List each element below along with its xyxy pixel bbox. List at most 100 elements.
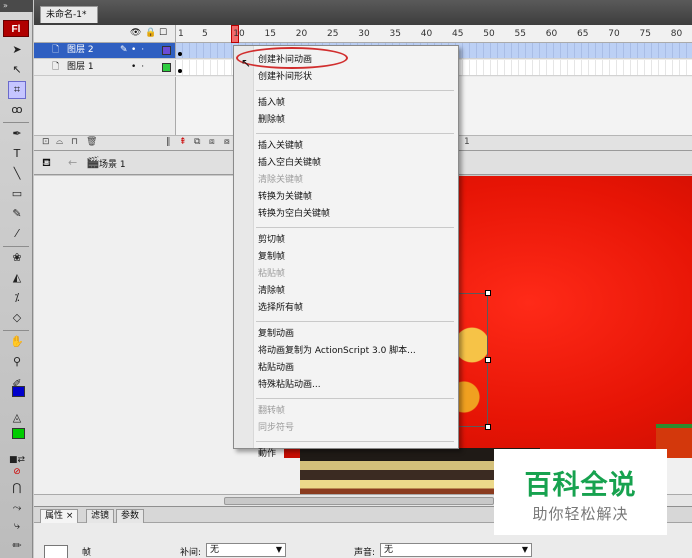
pencil-mode-icon[interactable]: ✏ [9, 538, 25, 554]
timeline-toggle-icon[interactable]: ⛾ [42, 156, 51, 171]
layer-row-2[interactable]: 🗋 图层 2 ✎ •· [34, 43, 175, 59]
menu-item[interactable]: 删除帧 [258, 112, 454, 128]
layer-row-1[interactable]: 🗋 图层 1 •· [34, 60, 175, 76]
add-guide-icon[interactable]: ⊓ [71, 137, 78, 147]
layer-toggles[interactable]: •· [131, 60, 149, 75]
chevron-down-icon: ▼ [521, 545, 528, 554]
frame-number-label: 15 [264, 29, 276, 39]
menu-item[interactable]: 粘贴动画 [258, 360, 454, 376]
new-folder-icon[interactable]: ⌓ [56, 137, 63, 147]
transform-handle[interactable] [485, 357, 491, 363]
timeline-context-menu: 创建补间动画 创建补间形状 插入帧 删除帧 插入关键帧 插入空白关键帧 清除关键帧 转换为关键… [233, 45, 459, 459]
menu-separator [256, 321, 454, 322]
menu-separator [256, 133, 454, 134]
fill-color-swatch[interactable] [12, 428, 25, 439]
menu-item[interactable]: 特殊粘贴动画... [258, 377, 454, 393]
menu-item[interactable]: 插入帧 [258, 95, 454, 111]
watermark-title: 百科全说 [524, 470, 637, 501]
menu-item[interactable]: 插入关键帧 [258, 138, 454, 154]
tab-filters[interactable]: 滤镜 [86, 509, 115, 523]
lock-icon[interactable]: 🔒 [145, 28, 156, 38]
layer-icon: 🗋 [52, 45, 60, 55]
no-color-icon[interactable]: ⊘ [9, 464, 25, 480]
brush-tool-icon[interactable]: ⁄ [9, 226, 25, 242]
show-hide-eye-icon[interactable]: 👁 [130, 28, 141, 38]
onion-outline-icon[interactable]: ⧈ [209, 137, 215, 147]
line-tool-icon[interactable]: ╲ [9, 166, 25, 182]
paint-bucket-tool-icon[interactable]: ◭ [9, 270, 25, 286]
scroll-left-icon[interactable]: ‖ [166, 137, 171, 147]
layer-toggles[interactable]: •· [131, 43, 149, 58]
document-tab-bar: 未命名-1* [34, 0, 692, 25]
frame-label: 帧 [82, 548, 92, 558]
menu-icon-gutter [234, 46, 254, 448]
text-tool-icon[interactable]: T [9, 146, 25, 162]
document-tab[interactable]: 未命名-1* [40, 6, 98, 23]
menu-item[interactable]: 動作 [258, 446, 454, 462]
tween-select[interactable]: 无 ▼ [206, 543, 286, 557]
tab-label: 参数 [121, 511, 140, 521]
pencil-edit-icon: ✎ [120, 45, 128, 55]
menu-item[interactable]: 复制帧 [258, 249, 454, 265]
smooth-icon[interactable]: ⤳ [9, 500, 25, 516]
menu-item: 粘贴帧 [258, 269, 286, 279]
keyframe-dot[interactable] [178, 69, 182, 73]
selection-tool-icon[interactable]: ➤ [9, 42, 25, 58]
hand-tool-icon[interactable]: ✋ [9, 334, 25, 350]
transform-handle[interactable] [485, 424, 491, 430]
keyframe-dot[interactable] [178, 52, 182, 56]
frame-number-label: 65 [577, 29, 589, 39]
scene-label[interactable]: 场景 1 [99, 157, 126, 170]
menu-item[interactable]: 剪切帧 [258, 232, 454, 248]
stroke-color-swatch[interactable] [12, 386, 25, 397]
layer-name: 图层 1 [67, 62, 94, 72]
subselection-tool-icon[interactable]: ↖ [9, 62, 25, 78]
menu-item[interactable]: 清除帧 [258, 283, 454, 299]
snap-magnet-icon[interactable]: ⋂ [9, 480, 25, 496]
frame-number-label: 25 [327, 29, 339, 39]
delete-layer-icon[interactable]: 🗑 [86, 137, 97, 147]
menu-separator [256, 398, 454, 399]
onion-skin-icon[interactable]: ⧉ [194, 137, 200, 147]
menu-item[interactable]: 将动画复制为 ActionScript 3.0 脚本... [258, 343, 454, 359]
frame-number-label: 30 [358, 29, 370, 39]
free-transform-tool-icon[interactable]: ⌗ [8, 81, 26, 99]
scrollbar-thumb[interactable] [224, 497, 494, 505]
pen-tool-icon[interactable]: ✒ [9, 126, 25, 142]
eraser-tool-icon[interactable]: ◇ [9, 310, 25, 326]
menu-item[interactable]: 复制动画 [258, 326, 454, 342]
watermark: 百科全说 助你轻松解决 [494, 449, 667, 535]
outline-icon[interactable]: ☐ [159, 28, 167, 38]
new-layer-icon[interactable]: ⊡ [42, 137, 50, 147]
back-arrow-icon[interactable]: ← [68, 156, 77, 169]
tab-parameters[interactable]: 参数 [116, 509, 145, 523]
menu-item[interactable]: 创建补间形状 [258, 69, 454, 85]
eyedropper-tool-icon[interactable]: ⁒ [9, 290, 25, 306]
transform-handle[interactable] [485, 290, 491, 296]
tab-label: 属性 [45, 511, 64, 521]
menu-item[interactable]: 选择所有帧 [258, 300, 454, 316]
rectangle-tool-icon[interactable]: ▭ [9, 186, 25, 202]
deco-tool-icon[interactable]: ❀ [9, 250, 25, 266]
edit-multiple-frames-icon[interactable]: ⧇ [224, 137, 230, 147]
frame-ruler[interactable]: 1 5 10 15 20 25 30 35 40 45 50 55 60 65 70 75 80 [175, 25, 692, 43]
straighten-icon[interactable]: ⤷ [9, 518, 25, 534]
tab-properties[interactable]: 属性 × [40, 509, 79, 523]
lasso-tool-icon[interactable]: ꝏ [9, 102, 25, 118]
tool-divider [3, 246, 29, 247]
tools-collapse-strip[interactable]: » [0, 0, 33, 12]
center-frame-icon[interactable]: ⇞ [179, 137, 187, 147]
zoom-tool-icon[interactable]: ⚲ [9, 354, 25, 370]
frame-number-label: 1 [178, 29, 184, 39]
menu-item[interactable]: 转换为关键帧 [258, 189, 454, 205]
menu-item: 翻转帧 [258, 406, 286, 416]
scene-icon: 🎬 [86, 156, 100, 169]
menu-item[interactable]: 转换为空白关键帧 [258, 206, 454, 222]
menu-item[interactable]: 插入空白关键帧 [258, 155, 454, 171]
pencil-tool-icon[interactable]: ✎ [9, 206, 25, 222]
sound-select[interactable]: 无 ▼ [380, 543, 532, 557]
fill-color-icon[interactable]: ◬ [9, 410, 25, 426]
menu-item: 清除关键帧 [258, 175, 304, 185]
layer-outline-color[interactable] [162, 63, 171, 72]
layer-outline-color[interactable] [162, 46, 171, 55]
